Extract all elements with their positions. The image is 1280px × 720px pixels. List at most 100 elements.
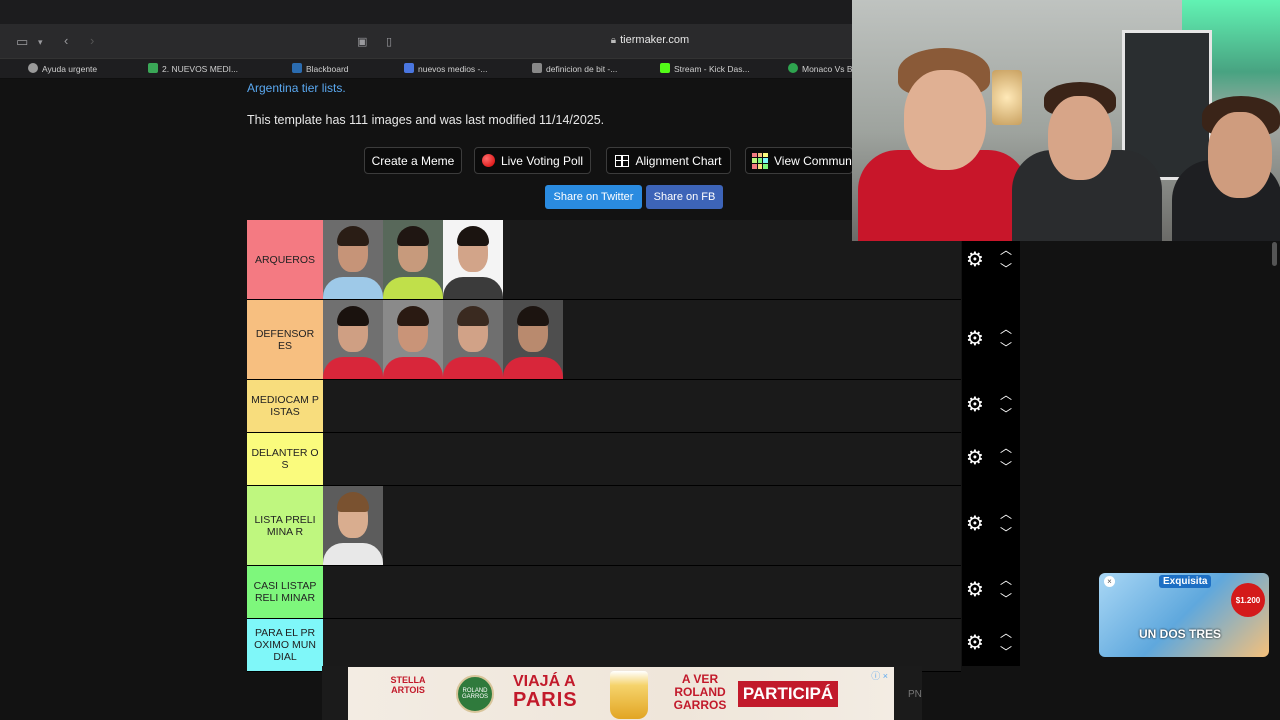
button-label: Alignment Chart (635, 153, 722, 168)
beer-glass-icon (610, 671, 648, 719)
browser-chrome: ▭ ▾ ‹ › ▣ ▯ 🔒︎ tiermaker.com (0, 0, 852, 60)
ad-logo-stella: STELLA ARTOIS (390, 675, 426, 695)
tier-label[interactable]: LISTA PRELIMINA R (247, 486, 323, 565)
google-icon (532, 63, 542, 73)
sidebar-ad[interactable]: × Exquisita $1.200 UN DOS TRES (1099, 573, 1269, 657)
tier-label[interactable]: PARA EL PROXIMO MUNDIAL (247, 619, 323, 671)
bookmark-definicion[interactable]: definicion de bit -... (532, 63, 617, 74)
bookmark-nuevos-medi[interactable]: 2. NUEVOS MEDI... (148, 63, 238, 74)
chevron-up-icon[interactable]: ︿ (1000, 627, 1012, 639)
scrollbar[interactable] (1272, 242, 1277, 266)
close-icon[interactable]: × (1104, 576, 1115, 587)
create-meme-button[interactable]: Create a Meme (364, 147, 462, 174)
player-image[interactable] (443, 300, 503, 379)
bookmark-label: definicion de bit -... (546, 64, 618, 74)
player-image[interactable] (383, 220, 443, 299)
bookmark-label: Monaco Vs B (802, 64, 853, 74)
player-image[interactable] (323, 486, 383, 565)
drive-icon (148, 63, 158, 73)
forward-icon[interactable]: › (90, 33, 94, 49)
blackboard-icon (292, 63, 302, 73)
sidebar-toggle-icon[interactable]: ▭ (16, 34, 28, 50)
tier-label[interactable]: CASI LISTAPRELI MINAR (247, 566, 323, 618)
tier-row: LISTA PRELIMINA R (247, 486, 961, 566)
player-image[interactable] (323, 300, 383, 379)
gear-icon[interactable]: ⚙︎ (966, 329, 984, 349)
chevron-up-icon[interactable]: ︿ (1000, 442, 1012, 454)
template-info: This template has 111 images and was las… (247, 113, 605, 127)
page-icon[interactable]: ▯ (386, 34, 392, 50)
ad-price: $1.200 (1231, 583, 1265, 617)
tier-label[interactable]: DELANTER OS (247, 433, 323, 485)
gear-icon[interactable]: ⚙︎ (966, 250, 984, 270)
chevron-down-icon[interactable]: ﹀ (1000, 527, 1012, 539)
tier-label[interactable]: ARQUEROS (247, 220, 323, 299)
bookmark-label: nuevos medios -... (418, 64, 488, 74)
back-icon[interactable]: ‹ (64, 33, 68, 49)
bookmark-icon (28, 63, 38, 73)
bookmark-monaco[interactable]: Monaco Vs B (788, 63, 853, 74)
tier-label[interactable]: MEDIOCAM PISTAS (247, 380, 323, 432)
live-voting-poll-button[interactable]: Live Voting Poll (474, 147, 591, 174)
ad-choices-icon[interactable]: ⓘ × (871, 669, 888, 682)
bookmark-label: 2. NUEVOS MEDI... (162, 64, 239, 74)
gear-icon[interactable]: ⚙︎ (966, 633, 984, 653)
player-image[interactable] (503, 300, 563, 379)
tier-row: PARA EL PROXIMO MUNDIAL (247, 619, 961, 672)
tier-control: ⚙︎ ︿ ﹀ (962, 241, 1020, 299)
url-text: tiermaker.com (620, 34, 690, 46)
chevron-down-icon[interactable]: ﹀ (1000, 593, 1012, 605)
share-facebook-button[interactable]: Share on FB (646, 185, 723, 209)
gear-icon[interactable]: ⚙︎ (966, 395, 984, 415)
tier-lists-link[interactable]: Argentina tier lists. (247, 81, 346, 95)
bookmark-label: Stream - Kick Das... (674, 64, 750, 74)
chevron-down-icon[interactable]: ﹀ (1000, 408, 1012, 420)
tier-items (323, 220, 503, 299)
chevron-up-icon[interactable]: ︿ (1000, 389, 1012, 401)
record-icon (481, 154, 495, 167)
gear-icon[interactable]: ⚙︎ (966, 448, 984, 468)
bookmark-icon (788, 63, 798, 73)
chevron-up-icon[interactable]: ︿ (1000, 508, 1012, 520)
chevron-down-icon[interactable]: ▾ (38, 34, 43, 50)
tier-label[interactable]: DEFENSOR ES (247, 300, 323, 379)
chevron-down-icon[interactable]: ﹀ (1000, 342, 1012, 354)
ad-pn-label: PN (908, 689, 922, 700)
bottom-banner-ad[interactable]: STELLA ARTOIS ROLAND GARROS VIAJÁ A PARI… (348, 667, 894, 720)
button-label: View Commun (774, 153, 852, 168)
chevron-down-icon[interactable]: ﹀ (1000, 461, 1012, 473)
gear-icon[interactable]: ⚙︎ (966, 580, 984, 600)
bookmark-nuevos-medios[interactable]: nuevos medios -... (404, 63, 487, 74)
bookmark-blackboard[interactable]: Blackboard (292, 63, 349, 74)
ad-line2: PARIS (513, 689, 578, 711)
bookmark-kick[interactable]: Stream - Kick Das... (660, 63, 750, 74)
tier-row: DEFENSOR ES (247, 300, 961, 380)
chevron-up-icon[interactable]: ︿ (1000, 244, 1012, 256)
ad-tagline: UN DOS TRES (1139, 627, 1222, 641)
button-label: Live Voting Poll (500, 153, 584, 168)
gear-icon[interactable]: ⚙︎ (966, 514, 984, 534)
chevron-down-icon[interactable]: ﹀ (1000, 646, 1012, 658)
ad-cta-button[interactable]: PARTICIPÁ (738, 681, 838, 707)
player-image[interactable] (383, 300, 443, 379)
player-image[interactable] (323, 220, 383, 299)
button-label: Share on Twitter (553, 191, 634, 203)
ad-line3: A VER ROLAND GARROS (673, 672, 727, 712)
bookmark-ayuda[interactable]: Ayuda urgente (28, 63, 97, 74)
reader-icon[interactable]: ▣ (357, 34, 367, 50)
tier-list: ARQUEROS DEFENSOR ES MEDIOCAM PISTAS DEL… (247, 220, 961, 672)
bookmark-label: Blackboard (306, 64, 349, 74)
tier-row: CASI LISTAPRELI MINAR (247, 566, 961, 619)
chevron-up-icon[interactable]: ︿ (1000, 574, 1012, 586)
chevron-down-icon[interactable]: ﹀ (1000, 263, 1012, 275)
tier-controls: ⚙︎ ︿ ﹀ ⚙︎ ︿ ﹀ ⚙︎ ︿ ﹀ ⚙︎ ︿ ﹀ ⚙︎ ︿ ﹀ ⚙︎ ︿ … (962, 241, 1020, 666)
ad-brand: Exquisita (1159, 575, 1212, 588)
address-bar[interactable]: 🔒︎ tiermaker.com (560, 34, 740, 46)
alignment-chart-button[interactable]: Alignment Chart (606, 147, 731, 174)
grid-icon (615, 154, 630, 167)
share-twitter-button[interactable]: Share on Twitter (545, 185, 642, 209)
player-image[interactable] (443, 220, 503, 299)
webcam-overlay (852, 0, 1280, 241)
view-community-button[interactable]: View Commun (745, 147, 853, 174)
chevron-up-icon[interactable]: ︿ (1000, 323, 1012, 335)
